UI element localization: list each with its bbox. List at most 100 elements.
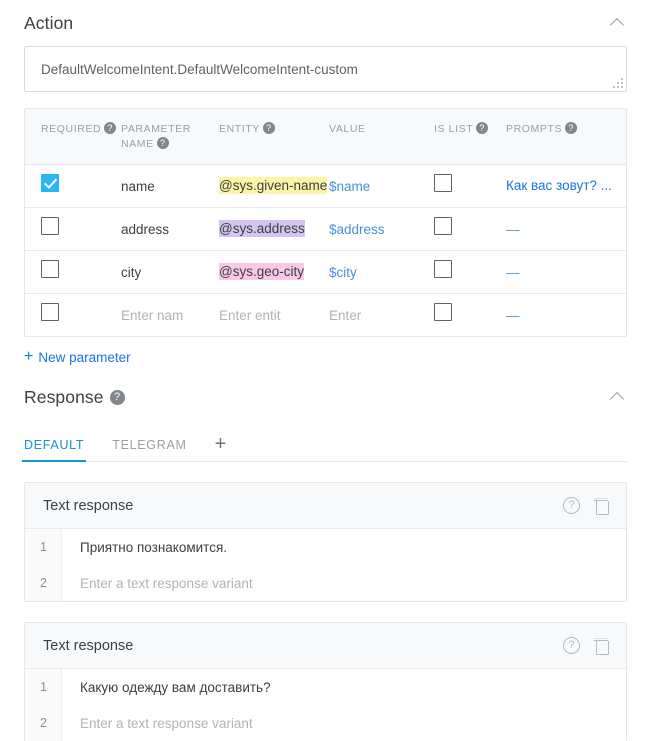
cell-parameter-name[interactable]: Enter nam (121, 294, 219, 337)
is-list-checkbox[interactable] (434, 303, 452, 321)
is-list-checkbox[interactable] (434, 217, 452, 235)
action-input[interactable]: DefaultWelcomeIntent.DefaultWelcomeInten… (24, 46, 627, 92)
column-header-parameter-name: PARAMETER NAME? (121, 109, 219, 165)
table-row: address @sys.address $address — (25, 207, 626, 251)
is-list-checkbox[interactable] (434, 174, 452, 192)
text-response-card-header: Text response ? (25, 483, 626, 529)
entity-help-icon[interactable]: ? (262, 122, 275, 134)
column-header-is-list-label: IS LIST (434, 123, 474, 135)
text-response-variants: 1 Приятно познакомится. 2 Enter a text r… (25, 529, 626, 601)
tab-default[interactable]: DEFAULT (21, 438, 87, 462)
required-checkbox[interactable] (41, 217, 59, 235)
cell-is-list (434, 294, 506, 337)
response-collapse-chevron-up-icon[interactable] (609, 388, 627, 406)
column-header-required: REQUIRED? (25, 109, 121, 165)
tab-default-label: DEFAULT (24, 438, 85, 452)
cell-entity[interactable]: @sys.geo-city (219, 250, 329, 294)
text-response-delete-trash-icon[interactable] (594, 638, 609, 655)
entity-value: @sys.given-name (219, 177, 328, 194)
response-section-title: Response (24, 386, 104, 407)
variant-placeholder: Enter a text response variant (80, 715, 253, 731)
parameter-name-value: city (121, 264, 142, 280)
variant-text: Какую одежду вам доставить? (80, 679, 271, 695)
cell-value[interactable]: $address (329, 207, 434, 251)
cell-prompts[interactable]: Как вас зовут? ... (506, 164, 626, 208)
prompts-empty-dash: — (506, 307, 520, 323)
cell-entity[interactable]: Enter entit (219, 294, 329, 337)
variant-row[interactable]: 1 Приятно познакомится. (25, 529, 626, 565)
parameter-name-value: name (121, 178, 155, 194)
cell-parameter-name[interactable]: address (121, 207, 219, 251)
cell-prompts[interactable]: — (506, 207, 626, 251)
card-actions: ? (563, 497, 609, 515)
tab-telegram-label: TELEGRAM (112, 438, 187, 452)
cell-required (25, 164, 121, 208)
cell-value[interactable]: $city (329, 250, 434, 294)
action-section-header: Action (0, 0, 651, 46)
text-response-variants: 1 Какую одежду вам доставить? 2 Enter a … (25, 669, 626, 741)
cell-value[interactable]: Enter (329, 294, 434, 337)
entity-value: @sys.geo-city (219, 263, 304, 280)
required-checkbox[interactable] (41, 303, 59, 321)
is-list-help-icon[interactable]: ? (476, 122, 489, 134)
response-section-header: Response? (0, 374, 651, 420)
text-response-help-icon[interactable]: ? (563, 497, 580, 514)
cell-prompts[interactable]: — (506, 250, 626, 294)
cell-is-list (434, 207, 506, 251)
cell-required (25, 294, 121, 337)
text-response-help-icon[interactable]: ? (563, 637, 580, 654)
value-text: $address (329, 221, 385, 237)
text-response-card: Text response ? 1 Приятно познакомится. … (24, 482, 627, 602)
parameter-name-help-icon[interactable]: ? (156, 137, 169, 149)
cell-parameter-name[interactable]: city (121, 250, 219, 294)
variant-row-new[interactable]: 2 Enter a text response variant (25, 565, 626, 601)
column-header-entity-label: ENTITY (219, 123, 260, 135)
variant-line-number: 2 (40, 576, 47, 590)
column-header-value: VALUE (329, 109, 434, 165)
response-help-icon[interactable]: ? (109, 389, 125, 405)
intent-editor-panel: Action DefaultWelcomeIntent.DefaultWelco… (0, 0, 651, 741)
card-actions: ? (563, 637, 609, 655)
entity-placeholder: Enter entit (219, 307, 281, 323)
action-input-value: DefaultWelcomeIntent.DefaultWelcomeInten… (41, 61, 358, 77)
cell-entity[interactable]: @sys.address (219, 207, 329, 251)
text-response-delete-trash-icon[interactable] (594, 498, 609, 515)
text-response-card-header: Text response ? (25, 623, 626, 669)
text-response-card: Text response ? 1 Какую одежду вам доста… (24, 622, 627, 741)
parameter-name-placeholder: Enter nam (121, 307, 184, 323)
column-header-prompts: PROMPTS? (506, 109, 626, 165)
is-list-checkbox[interactable] (434, 260, 452, 278)
required-checkbox[interactable] (41, 260, 59, 278)
prompts-help-icon[interactable]: ? (565, 122, 578, 134)
column-header-entity: ENTITY? (219, 109, 329, 165)
add-platform-tab-plus-icon[interactable]: + (215, 434, 227, 461)
cell-prompts: — (506, 294, 626, 337)
cell-entity[interactable]: @sys.given-name (219, 164, 329, 208)
table-row: name @sys.given-name $name Как вас зовут… (25, 164, 626, 208)
resize-grip-icon[interactable] (613, 78, 623, 88)
action-section-title: Action (24, 12, 74, 33)
parameters-table-container: REQUIRED? PARAMETER NAME? ENTITY? VALUE … (24, 108, 627, 337)
response-tabs: DEFAULT TELEGRAM + (21, 428, 627, 462)
cell-parameter-name[interactable]: name (121, 164, 219, 208)
required-help-icon[interactable]: ? (104, 122, 117, 134)
column-header-required-label: REQUIRED (41, 123, 102, 135)
parameters-table-body: name @sys.given-name $name Как вас зовут… (25, 164, 626, 337)
variant-line-number: 1 (40, 540, 47, 554)
action-collapse-chevron-up-icon[interactable] (609, 14, 627, 32)
new-parameter-button[interactable]: + New parameter (24, 349, 131, 365)
variant-row-new[interactable]: 2 Enter a text response variant (25, 705, 626, 741)
variant-line-number: 2 (40, 716, 47, 730)
entity-value: @sys.address (219, 220, 305, 237)
required-checkbox[interactable] (41, 174, 59, 192)
variant-line-number: 1 (40, 680, 47, 694)
cell-value[interactable]: $name (329, 164, 434, 208)
variant-text: Приятно познакомится. (80, 539, 228, 555)
variant-row[interactable]: 1 Какую одежду вам доставить? (25, 669, 626, 705)
column-header-value-label: VALUE (329, 123, 366, 135)
cell-required (25, 207, 121, 251)
parameter-name-value: address (121, 221, 170, 237)
tab-telegram[interactable]: TELEGRAM (112, 438, 186, 461)
prompts-link[interactable]: Как вас зовут? ... (506, 176, 626, 196)
text-response-card-title: Text response (43, 637, 134, 654)
